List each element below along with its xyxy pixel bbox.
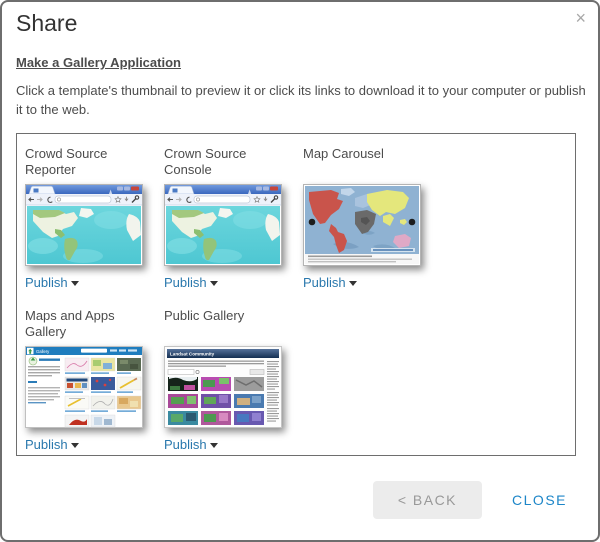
section-description: Click a template's thumbnail to preview … <box>16 81 588 119</box>
template-list: Crowd Source Reporter <box>16 133 576 456</box>
template-cell-crowd-source-reporter: Crowd Source Reporter <box>25 142 164 290</box>
maps-apps-gallery-thumbnail[interactable]: Gallery <box>25 346 143 428</box>
publish-dropdown-caret-icon[interactable] <box>71 443 79 448</box>
back-button[interactable]: < BACK <box>373 481 482 519</box>
world-carousel-thumbnail[interactable] <box>303 184 421 266</box>
template-title: Map Carousel <box>303 146 428 178</box>
template-title: Maps and Apps Gallery <box>25 308 150 340</box>
public-gallery-header-text: Landsat Community <box>170 352 215 357</box>
publish-link[interactable]: Publish <box>25 437 68 452</box>
share-dialog: Share × Make a Gallery Application Click… <box>0 0 600 542</box>
publish-link[interactable]: Publish <box>303 275 346 290</box>
template-title: Crown Source Console <box>164 146 289 178</box>
publish-link[interactable]: Publish <box>164 275 207 290</box>
publish-dropdown-caret-icon[interactable] <box>210 443 218 448</box>
public-gallery-thumbnail[interactable]: Landsat Community <box>164 346 282 428</box>
template-title: Public Gallery <box>164 308 289 340</box>
apps-gallery-header-text: Gallery <box>36 349 50 354</box>
template-cell-public-gallery: Public Gallery Landsat Community <box>164 304 303 452</box>
close-icon[interactable]: × <box>575 8 586 28</box>
publish-link[interactable]: Publish <box>25 275 68 290</box>
publish-link[interactable]: Publish <box>164 437 207 452</box>
make-gallery-application-link[interactable]: Make a Gallery Application <box>16 55 181 70</box>
publish-dropdown-caret-icon[interactable] <box>349 281 357 286</box>
template-title: Crowd Source Reporter <box>25 146 150 178</box>
dialog-title: Share <box>16 10 77 37</box>
dialog-footer: < BACK CLOSE <box>373 481 567 519</box>
browser-map-thumbnail[interactable] <box>164 184 282 266</box>
close-button[interactable]: CLOSE <box>512 492 567 508</box>
template-cell-maps-and-apps-gallery: Maps and Apps Gallery Gallery <box>25 304 164 452</box>
template-cell-crown-source-console: Crown Source Console <box>164 142 303 290</box>
template-cell-map-carousel: Map Carousel <box>303 142 442 290</box>
browser-map-thumbnail[interactable] <box>25 184 143 266</box>
publish-dropdown-caret-icon[interactable] <box>210 281 218 286</box>
publish-dropdown-caret-icon[interactable] <box>71 281 79 286</box>
